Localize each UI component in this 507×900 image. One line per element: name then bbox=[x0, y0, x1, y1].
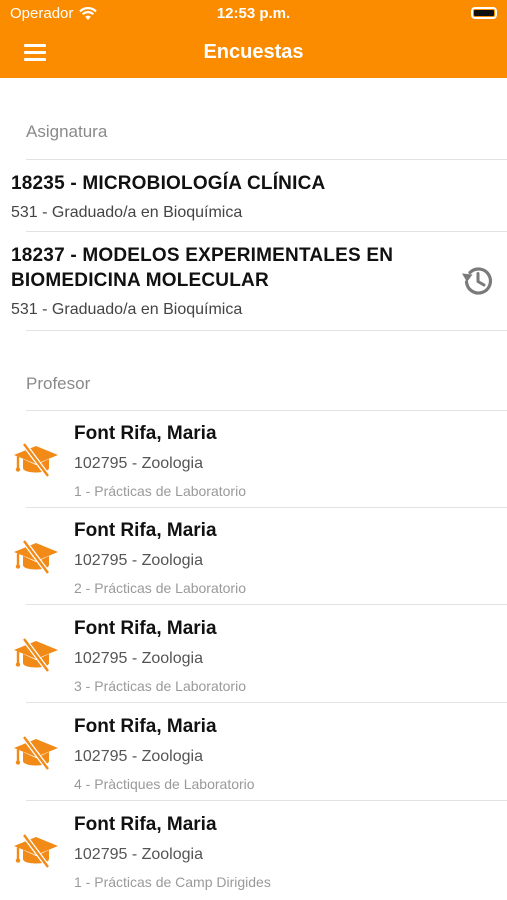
subject-name: 18237 - MODELOS EXPERIMENTALES EN BIOMED… bbox=[11, 245, 394, 291]
teacher-subject: 102795 - Zoologia bbox=[74, 650, 203, 667]
subject-degree: 531 - Graduado/a en Bioquímica bbox=[11, 204, 243, 221]
teacher-subject: 102795 - Zoologia bbox=[74, 846, 203, 863]
teacher-name: Font Rifa, Maria bbox=[74, 520, 217, 541]
teacher-name: Font Rifa, Maria bbox=[74, 618, 217, 639]
teacher-subject: 102795 - Zoologia bbox=[74, 748, 203, 765]
teacher-group: 1 - Prácticas de Camp Dirigides bbox=[74, 874, 271, 890]
teacher-item[interactable]: Font Rifa, Maria 102795 - Zoologia 1 - P… bbox=[0, 802, 507, 899]
divider bbox=[26, 702, 507, 703]
teacher-group: 4 - Pràctiques de Laboratorio bbox=[74, 776, 255, 792]
teacher-item[interactable]: Font Rifa, Maria 102795 - Zoologia 1 - P… bbox=[0, 411, 507, 508]
teachers-section-header: Profesor bbox=[26, 374, 91, 393]
teacher-item[interactable]: Font Rifa, Maria 102795 - Zoologia 2 - P… bbox=[0, 508, 507, 605]
teacher-group: 3 - Prácticas de Laboratorio bbox=[74, 678, 246, 694]
teacher-group: 1 - Prácticas de Laboratorio bbox=[74, 483, 246, 499]
teacher-item[interactable]: Font Rifa, Maria 102795 - Zoologia 3 - P… bbox=[0, 606, 507, 703]
divider bbox=[26, 330, 507, 331]
teacher-name: Font Rifa, Maria bbox=[74, 423, 217, 444]
status-bar: Operador 12:53 p.m. bbox=[0, 0, 507, 28]
teacher-name: Font Rifa, Maria bbox=[74, 716, 217, 737]
navigation-bar: Encuestas bbox=[0, 28, 507, 78]
subject-item[interactable]: 18235 - MICROBIOLOGÍA CLÍNICA 531 - Grad… bbox=[0, 160, 507, 231]
graduation-cap-icon bbox=[14, 735, 58, 771]
subjects-section-header: Asignatura bbox=[26, 122, 108, 141]
graduation-cap-icon bbox=[14, 637, 58, 673]
battery-icon bbox=[471, 7, 497, 19]
history-icon[interactable] bbox=[457, 260, 497, 300]
divider bbox=[26, 604, 507, 605]
subject-item[interactable]: 18237 - MODELOS EXPERIMENTALES EN BIOMED… bbox=[0, 232, 507, 330]
subject-name: 18235 - MICROBIOLOGÍA CLÍNICA bbox=[11, 173, 326, 194]
teacher-item[interactable]: Font Rifa, Maria 102795 - Zoologia 4 - P… bbox=[0, 704, 507, 801]
teacher-name: Font Rifa, Maria bbox=[74, 814, 217, 835]
divider bbox=[26, 800, 507, 801]
page-title: Encuestas bbox=[203, 41, 304, 63]
teacher-group: 2 - Prácticas de Laboratorio bbox=[74, 580, 246, 596]
teacher-subject: 102795 - Zoologia bbox=[74, 552, 203, 569]
graduation-cap-icon bbox=[14, 442, 58, 478]
subject-degree: 531 - Graduado/a en Bioquímica bbox=[11, 301, 243, 318]
teacher-subject: 102795 - Zoologia bbox=[74, 455, 203, 472]
status-time: 12:53 p.m. bbox=[216, 5, 291, 22]
graduation-cap-icon bbox=[14, 833, 58, 869]
graduation-cap-icon bbox=[14, 539, 58, 575]
